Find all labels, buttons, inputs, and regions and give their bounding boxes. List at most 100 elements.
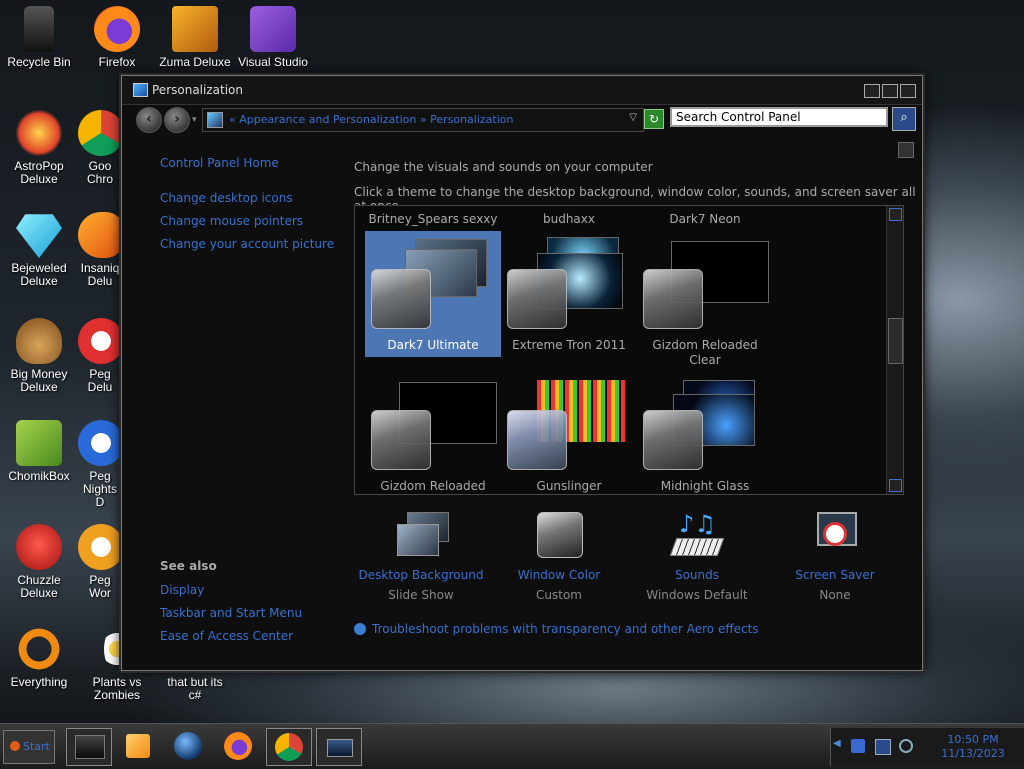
desktop-background-icon <box>393 512 449 560</box>
screen-saver-setting[interactable]: Screen Saver None <box>765 512 905 602</box>
chuzzle-icon <box>16 524 62 570</box>
change-mouse-pointers-link[interactable]: Change mouse pointers <box>160 214 303 228</box>
troubleshoot-link[interactable]: Troubleshoot problems with transparency … <box>354 622 759 636</box>
media-player-icon <box>126 734 150 758</box>
theme-dark7-ultimate[interactable]: Dark7 Ultimate <box>365 231 501 357</box>
start-button[interactable]: Start <box>3 730 55 764</box>
address-bar[interactable]: « Appearance and Personalization » Perso… <box>202 108 644 132</box>
recycle-bin-icon <box>24 6 54 52</box>
system-tray: ◀ 10:50 PM 11/13/2023 <box>830 728 1024 766</box>
control-panel-icon <box>327 739 353 757</box>
desktop-icon-peggle[interactable]: Peg Delu <box>78 318 122 394</box>
desktop-icon-zuma[interactable]: Zuma Deluxe <box>156 6 234 69</box>
theme-gallery[interactable]: Britney_Spears sexxy budhaxx Dark7 Neon … <box>354 205 904 495</box>
theme-name-partial[interactable]: Britney_Spears sexxy <box>365 212 501 226</box>
desktop-icon-chomikbox[interactable]: ChomikBox <box>0 420 78 483</box>
address-dropdown-icon[interactable]: ▽ <box>629 112 637 123</box>
peggle-world-icon <box>78 524 122 570</box>
desktop-icon-firefox[interactable]: Firefox <box>78 6 156 69</box>
window-title: Personalization <box>152 83 243 97</box>
scrollbar-thumb[interactable] <box>888 318 903 364</box>
maximize-button[interactable] <box>882 84 898 98</box>
navigation-bar: ‹ › ▾ « Appearance and Personalization »… <box>130 105 916 133</box>
control-panel-home-link[interactable]: Control Panel Home <box>160 156 279 170</box>
help-shield-icon <box>354 623 366 635</box>
taskbar-control-panel[interactable] <box>316 728 362 766</box>
change-desktop-icons-link[interactable]: Change desktop icons <box>160 191 293 205</box>
desktop-icon-peggle-nights[interactable]: Peg Nights D <box>78 420 122 509</box>
forward-button[interactable]: › <box>164 107 190 133</box>
taskbar-terminal[interactable] <box>66 728 112 766</box>
clock-date: 11/13/2023 <box>941 747 1005 760</box>
theme-color-swatch <box>643 269 703 329</box>
chrome-icon <box>78 110 122 156</box>
theme-color-swatch <box>371 269 431 329</box>
change-account-picture-link[interactable]: Change your account picture <box>160 237 334 251</box>
gallery-scrollbar[interactable] <box>886 206 903 494</box>
help-icon[interactable] <box>898 142 914 158</box>
clock[interactable]: 10:50 PM 11/13/2023 <box>925 733 1021 761</box>
scroll-down-arrow-icon[interactable] <box>889 479 902 492</box>
desktop-icon-chrome[interactable]: Goo Chro <box>78 110 122 186</box>
scroll-up-arrow-icon[interactable] <box>889 208 902 221</box>
theme-gizdom-reloaded[interactable]: Gizdom Reloaded <box>365 372 501 494</box>
close-button[interactable] <box>900 84 916 98</box>
firefox-icon <box>94 6 140 52</box>
theme-name-partial[interactable]: Dark7 Neon <box>637 212 773 226</box>
search-input[interactable] <box>670 107 888 127</box>
screen-saver-icon <box>807 512 863 560</box>
action-center-icon[interactable] <box>851 739 865 753</box>
clock-time: 10:50 PM <box>947 733 999 746</box>
desktop-icon-chuzzle[interactable]: Chuzzle Deluxe <box>0 524 78 600</box>
firefox-icon <box>224 732 252 760</box>
refresh-button[interactable]: ↻ <box>644 109 664 129</box>
ease-of-access-link[interactable]: Ease of Access Center <box>160 629 293 643</box>
desktop-icon-bejeweled[interactable]: Bejeweled Deluxe <box>0 212 78 288</box>
back-button[interactable]: ‹ <box>136 107 162 133</box>
desktop-icon-big-money[interactable]: Big Money Deluxe <box>0 318 78 394</box>
breadcrumb[interactable]: « Appearance and Personalization » Perso… <box>229 113 514 126</box>
taskbar-firefox[interactable] <box>216 728 260 764</box>
desktop-background-setting[interactable]: Desktop Background Slide Show <box>351 512 491 602</box>
theme-gizdom-reloaded-clear[interactable]: Gizdom Reloaded Clear <box>637 231 773 367</box>
terminal-icon <box>75 735 105 759</box>
page-title: Change the visuals and sounds on your co… <box>354 160 653 174</box>
chomikbox-icon <box>16 420 62 466</box>
window-color-setting[interactable]: Window Color Custom <box>489 512 629 602</box>
start-orb-icon <box>10 741 20 751</box>
network-globe-icon <box>174 732 202 760</box>
theme-gunslinger[interactable]: Gunslinger <box>501 372 637 494</box>
desktop-icon-peggle-world[interactable]: Peg Wor <box>78 524 122 600</box>
network-icon[interactable] <box>875 739 891 755</box>
desktop-icon-everything[interactable]: Everything <box>0 626 78 689</box>
zuma-icon <box>172 6 218 52</box>
sounds-icon: ♪♫ <box>669 512 725 560</box>
personalization-window: Personalization ‹ › ▾ « Appearance and P… <box>121 75 923 671</box>
desktop-icon-visual-studio[interactable]: Visual Studio <box>234 6 312 69</box>
sounds-setting[interactable]: ♪♫ Sounds Windows Default <box>627 512 767 602</box>
show-hidden-icons-chevron-icon[interactable]: ◀ <box>833 738 841 749</box>
theme-midnight-glass[interactable]: Midnight Glass <box>637 372 773 494</box>
theme-extreme-tron-2011[interactable]: Extreme Tron 2011 <box>501 231 637 357</box>
minimize-button[interactable] <box>864 84 880 98</box>
taskbar-network[interactable] <box>166 728 210 764</box>
big-money-icon <box>16 318 62 364</box>
see-also-heading: See also <box>160 559 217 573</box>
desktop-icon-recycle-bin[interactable]: Recycle Bin <box>0 6 78 69</box>
recent-pages-chevron-icon[interactable]: ▾ <box>192 115 197 125</box>
taskbar-chrome[interactable] <box>266 728 312 766</box>
control-panel-icon <box>207 112 223 128</box>
everything-search-icon <box>16 626 62 672</box>
control-panel-icon <box>133 83 148 97</box>
desktop-icon-astropop[interactable]: AstroPop Deluxe <box>0 110 78 186</box>
display-link[interactable]: Display <box>160 583 204 597</box>
chrome-icon <box>275 733 303 761</box>
visual-studio-icon <box>250 6 296 52</box>
volume-icon[interactable] <box>899 739 913 753</box>
desktop-icon-insaniquarium[interactable]: Insaniq Delu <box>78 212 122 288</box>
search-icon[interactable]: ⌕ <box>892 107 916 131</box>
theme-name-partial[interactable]: budhaxx <box>501 212 637 226</box>
taskbar-media-player[interactable] <box>116 728 160 764</box>
title-bar[interactable]: Personalization <box>122 76 922 105</box>
taskbar-start-menu-link[interactable]: Taskbar and Start Menu <box>160 606 302 620</box>
